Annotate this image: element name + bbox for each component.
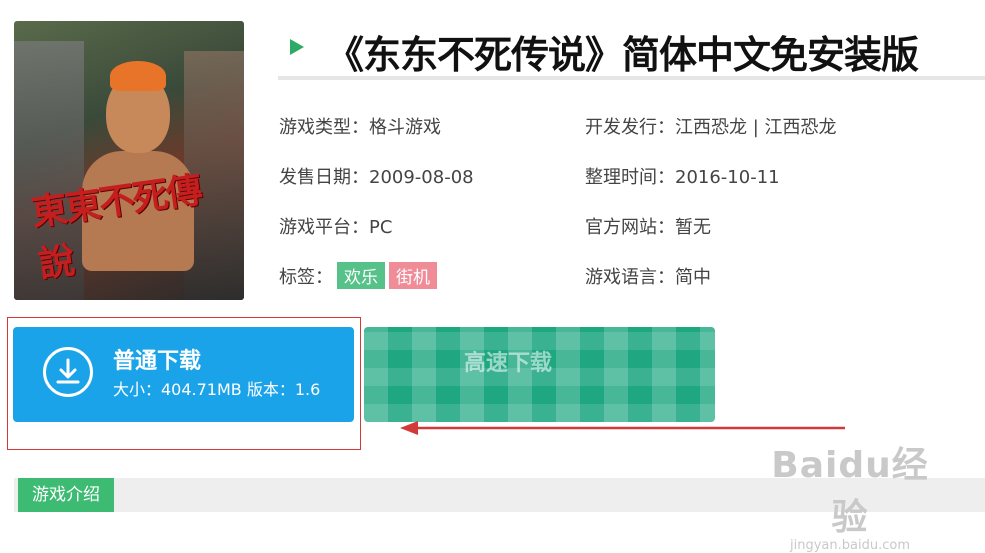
info-release-value: 2009-08-08 [369, 167, 474, 188]
watermark-url: jingyan.baidu.com [790, 538, 910, 553]
info-organized-value: 2016-10-11 [675, 167, 780, 188]
game-cover-image: 東東不死傳說 [14, 21, 244, 300]
baidu-watermark: Baidu经验 jingyan.baidu.com [755, 436, 945, 553]
info-tags-label: 标签： [279, 267, 333, 288]
info-release-label: 发售日期： [279, 167, 369, 188]
info-site: 官方网站：暂无 [585, 213, 711, 239]
info-organized-label: 整理时间： [585, 167, 675, 188]
info-platform: 游戏平台：PC [279, 213, 392, 239]
info-type: 游戏类型：格斗游戏 [279, 113, 441, 139]
info-platform-value: PC [369, 217, 393, 238]
info-language: 游戏语言：简中 [585, 263, 711, 289]
annotation-highlight-box [7, 317, 361, 450]
info-site-value: 暂无 [675, 217, 711, 238]
info-platform-label: 游戏平台： [279, 217, 369, 238]
info-language-value: 简中 [675, 267, 711, 288]
info-publisher: 开发发行：江西恐龙 | 江西恐龙 [585, 113, 837, 139]
annotation-arrow-icon [400, 421, 845, 435]
tag-huanle[interactable]: 欢乐 [337, 262, 385, 289]
tab-game-intro[interactable]: 游戏介绍 [18, 478, 114, 512]
info-release: 发售日期：2009-08-08 [279, 163, 474, 189]
cover-figure-hair [110, 61, 166, 91]
info-type-value: 格斗游戏 [369, 117, 441, 138]
info-publisher-label: 开发发行： [585, 117, 675, 138]
info-language-label: 游戏语言： [585, 267, 675, 288]
tag-jieji[interactable]: 街机 [389, 262, 437, 289]
page-title: 《东东不死传说》简体中文免安装版 [326, 33, 919, 77]
fast-download-button[interactable]: 高速下载 [364, 327, 715, 422]
info-tags: 标签： 欢乐 街机 [279, 262, 437, 289]
info-publisher-value: 江西恐龙 | 江西恐龙 [675, 117, 837, 138]
fast-download-label: 高速下载 [464, 351, 553, 376]
info-site-label: 官方网站： [585, 217, 675, 238]
info-organized: 整理时间：2016-10-11 [585, 163, 780, 189]
title-section: 《东东不死传说》简体中文免安装版 [278, 22, 985, 80]
triangle-right-icon [290, 39, 304, 55]
watermark-brand: Baidu经验 [771, 445, 929, 538]
info-type-label: 游戏类型： [279, 117, 369, 138]
